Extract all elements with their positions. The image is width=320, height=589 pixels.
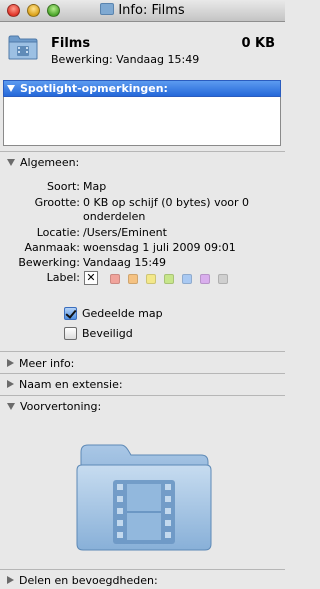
sharing-label: Delen en bevoegdheden:: [19, 574, 158, 587]
label-green-swatch[interactable]: [164, 274, 174, 284]
locked-checkbox[interactable]: [64, 327, 77, 340]
label-red-swatch[interactable]: [110, 274, 120, 284]
disclosure-triangle-icon: [7, 380, 14, 388]
size-value: 0 KB op schijf (0 bytes) voor 0: [83, 196, 250, 209]
item-name: Films: [51, 36, 91, 51]
spotlight-section-header[interactable]: Spotlight-opmerkingen:: [3, 80, 281, 97]
label-orange-swatch[interactable]: [128, 274, 138, 284]
movies-folder-icon: [76, 444, 212, 551]
divider: [0, 395, 285, 396]
info-header: Films 0 KB Bewerking: Vandaag 15:49: [0, 22, 285, 75]
disclosure-triangle-icon: [7, 403, 15, 410]
shared-folder-label: Gedeelde map: [82, 307, 163, 320]
location-label: Locatie:: [36, 226, 80, 239]
sharing-section-header[interactable]: Delen en bevoegdheden:: [7, 574, 158, 587]
label-gray-swatch[interactable]: [218, 274, 228, 284]
name-extension-label: Naam en extensie:: [19, 378, 123, 391]
created-label: Aanmaak:: [24, 241, 80, 254]
disclosure-triangle-icon: [7, 359, 14, 367]
preview-section-header[interactable]: Voorvertoning:: [7, 400, 101, 413]
label-blue-swatch[interactable]: [182, 274, 192, 284]
more-info-section-header[interactable]: Meer info:: [7, 357, 74, 370]
size-value-line2: onderdelen: [83, 210, 146, 223]
disclosure-triangle-icon: [7, 85, 15, 92]
window-title: Info: Films: [0, 3, 285, 18]
item-size: 0 KB: [241, 36, 275, 51]
label-none-button[interactable]: ✕: [84, 271, 98, 285]
divider: [0, 569, 285, 570]
created-value: woensdag 1 juli 2009 09:01: [83, 241, 236, 254]
locked-label: Beveiligd: [82, 327, 133, 340]
general-label: Algemeen:: [20, 156, 80, 169]
shared-folder-checkbox[interactable]: [64, 307, 77, 320]
label-yellow-swatch[interactable]: [146, 274, 156, 284]
kind-label: Soort:: [47, 180, 80, 193]
disclosure-triangle-icon: [7, 159, 15, 166]
folder-icon: [8, 35, 38, 60]
divider: [0, 373, 285, 374]
folder-icon: [100, 3, 115, 15]
divider: [0, 151, 285, 152]
item-modified: Bewerking: Vandaag 15:49: [51, 53, 200, 66]
title-bar: Info: Films: [0, 0, 285, 22]
spotlight-label: Spotlight-opmerkingen:: [20, 82, 168, 95]
disclosure-triangle-icon: [7, 576, 14, 584]
window-title-text: Info: Films: [118, 3, 185, 18]
spotlight-comments-field[interactable]: [3, 97, 281, 146]
general-section-header[interactable]: Algemeen:: [7, 156, 79, 169]
preview-label: Voorvertoning:: [20, 400, 102, 413]
name-extension-section-header[interactable]: Naam en extensie:: [7, 378, 123, 391]
color-label-label: Label:: [46, 271, 80, 284]
more-info-label: Meer info:: [19, 357, 75, 370]
modified-value: Vandaag 15:49: [83, 256, 167, 269]
modified-label: Bewerking:: [18, 256, 80, 269]
kind-value: Map: [83, 180, 107, 193]
label-purple-swatch[interactable]: [200, 274, 210, 284]
size-label: Grootte:: [34, 196, 80, 209]
location-value: /Users/Eminent: [83, 226, 167, 239]
divider: [0, 351, 285, 352]
